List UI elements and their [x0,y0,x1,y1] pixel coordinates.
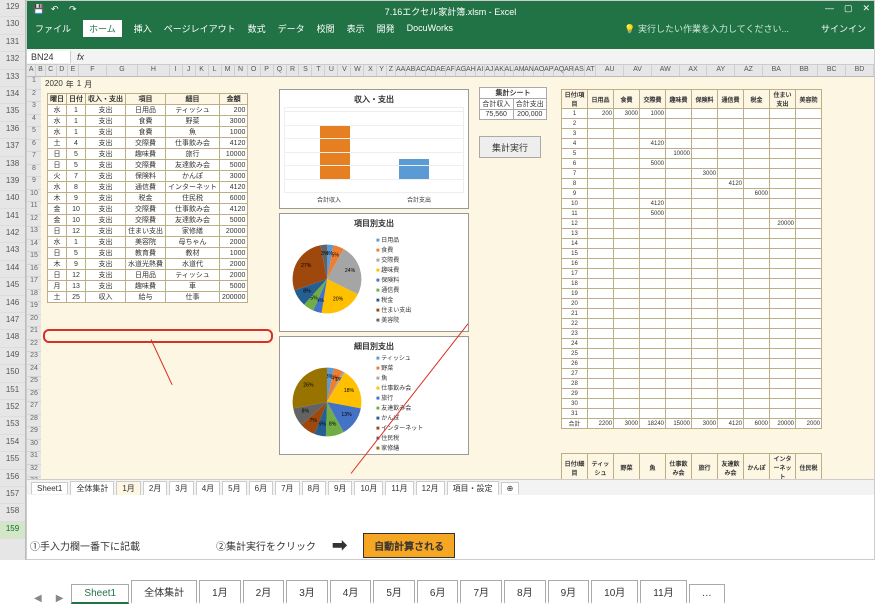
svg-text:20%: 20% [333,296,344,302]
outer-tab[interactable]: 3月 [286,580,328,604]
inner-tab[interactable]: 3月 [169,481,193,495]
menu-DocuWorks[interactable]: DocuWorks [407,23,453,33]
close-icon[interactable]: ✕ [862,3,870,14]
svg-text:13%: 13% [341,412,352,418]
inner-tab[interactable]: Sheet1 [31,482,68,494]
maximize-icon[interactable]: ▢ [844,3,853,14]
sign-in-link[interactable]: サインイン [821,22,866,35]
minimize-icon[interactable]: — [825,3,834,14]
svg-text:8%: 8% [302,409,310,415]
bar-chart-title: 収入・支出 [284,94,464,105]
annotation-row: ①手入力欄一番下に記載 ②集計実行をクリック ➡ 自動計算される [30,533,455,558]
menu-データ[interactable]: データ [278,22,305,35]
pie-chart-item: 項目別支出 3%5%24%20%4%5%8%27%3%日用品食費交際費趣味費保険… [279,213,469,332]
menu-表示[interactable]: 表示 [347,22,365,35]
arrow-icon: ➡ [332,535,347,556]
fx-icon[interactable]: fx [71,52,90,62]
embedded-excel-window: 💾 ↶ ↷ 7.16エクセル家計簿.xlsm - Excel — ▢ ✕ ファイ… [26,0,875,560]
pivot-table-item[interactable]: 日付/項目日用品食費交際費趣味費保険料通信費税金住まい支出美容院12003000… [561,89,822,429]
summary-table: 集計シート 合計収入合計支出 75,560200,000 [479,87,547,120]
svg-text:8%: 8% [329,421,337,427]
inner-sheet-tabs: Sheet1全体集計1月2月3月4月5月6月7月8月9月10月11月12月項目・… [27,479,874,495]
outer-tab[interactable]: 2月 [243,580,285,604]
menu-挿入[interactable]: 挿入 [134,22,152,35]
inner-tab[interactable]: 全体集計 [70,481,114,495]
aggregate-button[interactable]: 集計実行 [479,136,541,158]
menu-開発[interactable]: 開発 [377,22,395,35]
save-icon[interactable]: 💾 [33,4,45,16]
inner-tab[interactable]: 5月 [222,481,246,495]
inner-tab[interactable]: 7月 [275,481,299,495]
svg-text:3%: 3% [321,251,329,257]
inner-row-headers: 1234567891011121314151617181920212223242… [27,77,41,479]
tell-me-input[interactable]: 実行したい作業を入力してください... [638,24,789,34]
auto-calc-badge: 自動計算される [363,533,455,558]
inner-tab[interactable]: 11月 [385,481,413,495]
inner-tab[interactable]: 9月 [328,481,352,495]
menu-ページレイアウト[interactable]: ページレイアウト [164,22,236,35]
month-value: 1 [77,79,81,90]
undo-icon[interactable]: ↶ [51,4,63,16]
menu-校閲[interactable]: 校閲 [317,22,335,35]
outer-tab[interactable]: 全体集計 [131,580,197,604]
outer-tab[interactable]: 10月 [591,580,638,604]
menu-ホーム[interactable]: ホーム [83,20,122,37]
outer-row-headers: 1291301311321331341351361371381391401411… [0,0,26,560]
outer-tab[interactable]: 5月 [373,580,415,604]
name-box[interactable]: BN24 [27,51,71,63]
menu-数式[interactable]: 数式 [248,22,266,35]
highlight-input-row [43,329,273,343]
inner-tab[interactable]: 10月 [354,481,383,495]
year-value: 2020 [45,79,63,90]
inner-tab[interactable]: 6月 [249,481,273,495]
svg-text:26%: 26% [303,383,314,389]
inner-tab[interactable]: 4月 [196,481,220,495]
redo-icon[interactable]: ↷ [69,4,81,16]
annotation-1: ①手入力欄一番下に記載 [30,538,140,553]
input-table[interactable]: 曜日日付収入・支出項目細目金額水1支出日用品ティッシュ200水1支出食費野菜30… [47,93,248,303]
svg-text:8%: 8% [303,288,311,294]
outer-tab[interactable]: 4月 [330,580,372,604]
outer-tab[interactable]: 11月 [640,580,686,604]
outer-tab[interactable]: 8月 [504,580,546,604]
pie-chart-detail: 細目別支出 3%4%1%18%13%8%5%7%8%26%ティッシュ野菜魚仕事飲… [279,336,469,455]
add-sheet-icon[interactable]: ⊕ [501,482,520,494]
formula-bar: BN24 fx [27,49,874,65]
inner-tab[interactable]: 項目・設定 [447,481,499,495]
spreadsheet-canvas[interactable]: 2020 年 1 月 曜日日付収入・支出項目細目金額水1支出日用品ティッシュ20… [41,77,874,479]
outer-tab[interactable]: Sheet1 [71,584,129,604]
svg-text:27%: 27% [301,263,312,269]
outer-sheet-tabs: ◀ ▶ Sheet1全体集計1月2月3月4月5月6月7月8月9月10月11月… [28,580,725,604]
svg-text:24%: 24% [345,268,356,274]
inner-tab[interactable]: 8月 [302,481,326,495]
tab-nav-next[interactable]: ▶ [50,593,70,604]
svg-text:18%: 18% [344,388,355,394]
inner-tab[interactable]: 2月 [143,481,167,495]
inner-tab[interactable]: 1月 [116,481,140,495]
svg-text:7%: 7% [310,418,318,424]
outer-tab[interactable]: 6月 [417,580,459,604]
annotation-2: ②集計実行をクリック [216,538,316,553]
excel-titlebar: 💾 ↶ ↷ 7.16エクセル家計簿.xlsm - Excel — ▢ ✕ ファイ… [27,1,874,49]
inner-tab[interactable]: 12月 [416,481,445,495]
menu-ファイル[interactable]: ファイル [35,22,71,35]
bar-chart: 収入・支出 合計収入 合計支出 [279,89,469,209]
inner-column-headers: ABCDEFGHIJKLMNOPQRSTUVWXYZAAABACADAEAFAG… [27,65,874,77]
tab-nav-prev[interactable]: ◀ [28,593,48,604]
window-title: 7.16エクセル家計簿.xlsm - Excel [385,5,517,18]
svg-text:5%: 5% [332,252,340,258]
outer-tab[interactable]: 7月 [460,580,502,604]
pivot-table-detail-header[interactable]: 日付/細目ティッシュ野菜魚仕事飲み会旅行友達飲み会かんぽインターネット住民税 [561,453,822,479]
outer-tab[interactable]: 9月 [548,580,590,604]
svg-text:5%: 5% [318,422,326,428]
tabs-overflow[interactable]: … [689,584,725,604]
outer-tab[interactable]: 1月 [199,580,241,604]
